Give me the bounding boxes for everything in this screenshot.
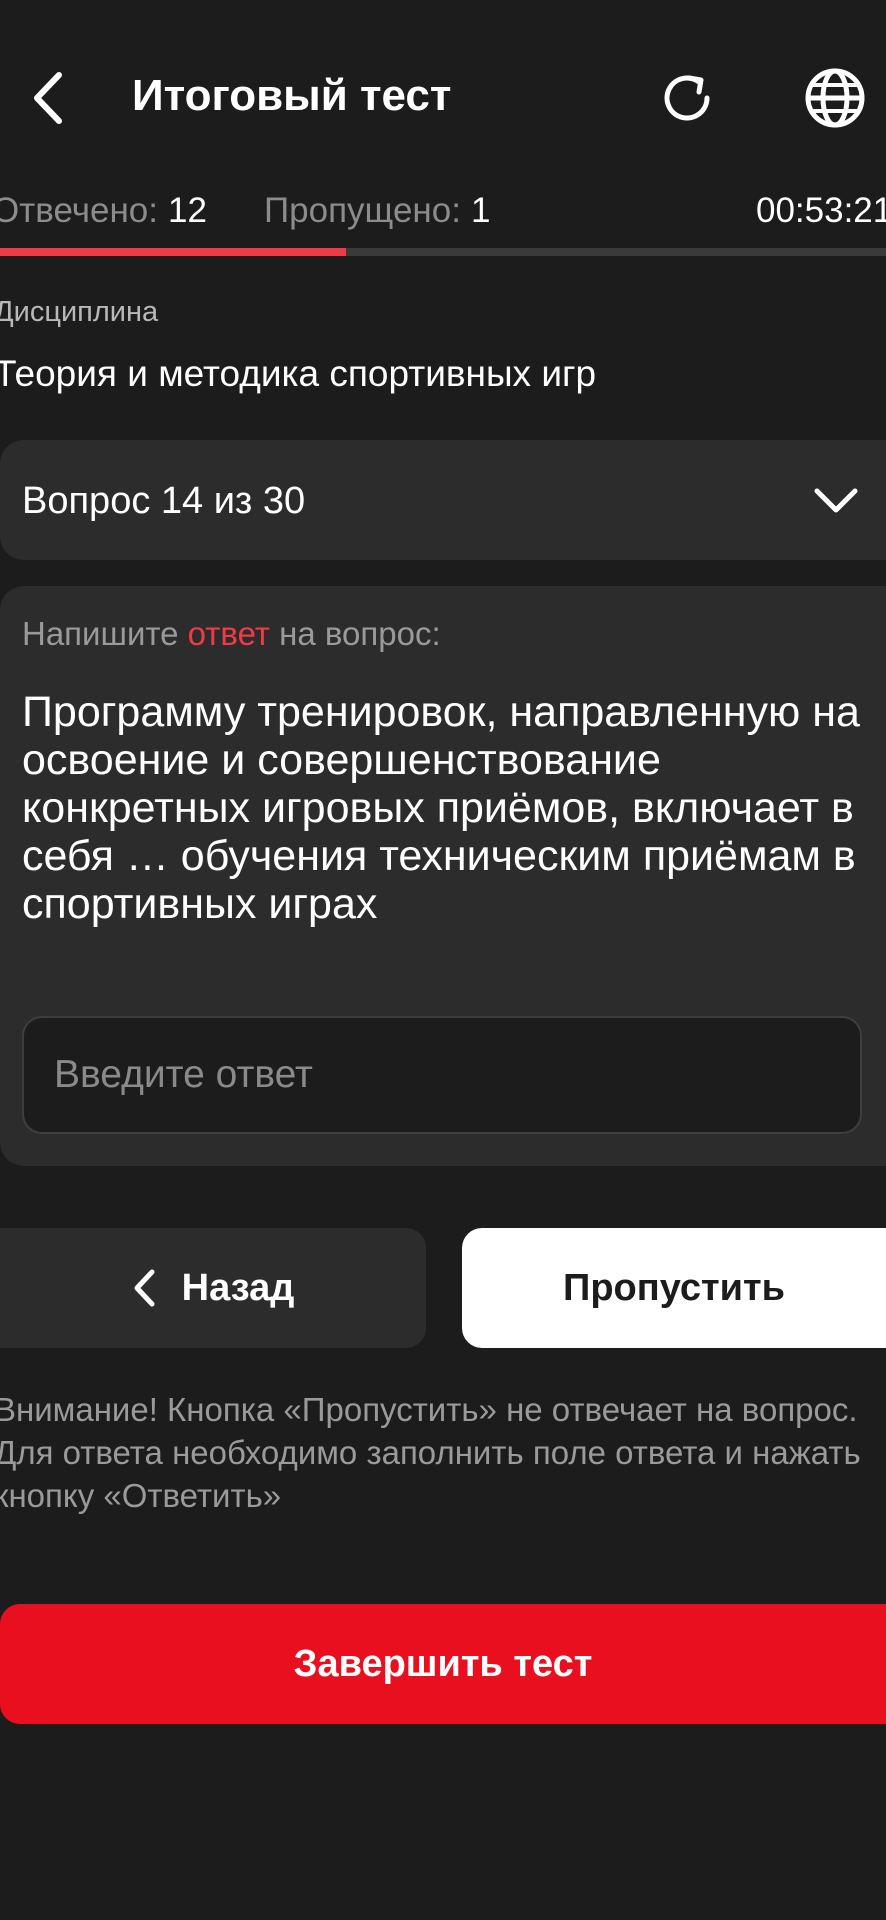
skip-button-label: Пропустить (563, 1266, 785, 1309)
question-prompt: Напишите ответ на вопрос: (22, 612, 441, 656)
discipline-label: Дисциплина (0, 296, 159, 328)
answered-count: 12 (167, 191, 207, 230)
finish-test-button[interactable]: Завершить тест (0, 1604, 886, 1724)
skip-warning-text: Внимание! Кнопка «Пропустить» не отвечае… (0, 1391, 861, 1514)
answered-label: Отвечено: (0, 191, 158, 230)
answered-stat: Отвечено: 12 (0, 190, 207, 232)
skip-button[interactable]: Пропустить (462, 1228, 886, 1348)
finish-test-label: Завершить тест (293, 1642, 593, 1685)
prompt-accent-word: ответ (187, 615, 270, 652)
progress-fill (0, 248, 346, 256)
back-button-label: Назад (181, 1266, 295, 1309)
question-selector-label: Вопрос 14 из 30 (22, 480, 306, 522)
refresh-button[interactable] (650, 64, 724, 132)
chevron-down-icon (814, 488, 858, 513)
globe-icon (805, 68, 865, 128)
language-button[interactable] (798, 62, 872, 134)
prompt-text-start: Напишите (22, 615, 188, 652)
chevron-left-icon (34, 72, 62, 124)
question-text: Программу тренировок, направленную на ос… (22, 688, 860, 928)
skipped-stat: Пропущено: 1 (264, 190, 490, 232)
skipped-count: 1 (470, 191, 491, 230)
back-icon-button[interactable] (18, 62, 78, 134)
refresh-icon (664, 75, 710, 121)
timer: 00:53:21 (756, 191, 886, 230)
back-button[interactable]: Назад (0, 1228, 426, 1348)
skipped-label: Пропущено: (264, 191, 461, 230)
question-selector-toggle[interactable] (806, 474, 866, 528)
answer-input[interactable] (22, 1016, 862, 1134)
discipline-value: Теория и методика спортивных игр (0, 353, 597, 394)
page-title: Итоговый тест (132, 71, 452, 120)
prompt-text-end: на вопрос: (269, 615, 441, 652)
chevron-left-icon (134, 1269, 155, 1307)
